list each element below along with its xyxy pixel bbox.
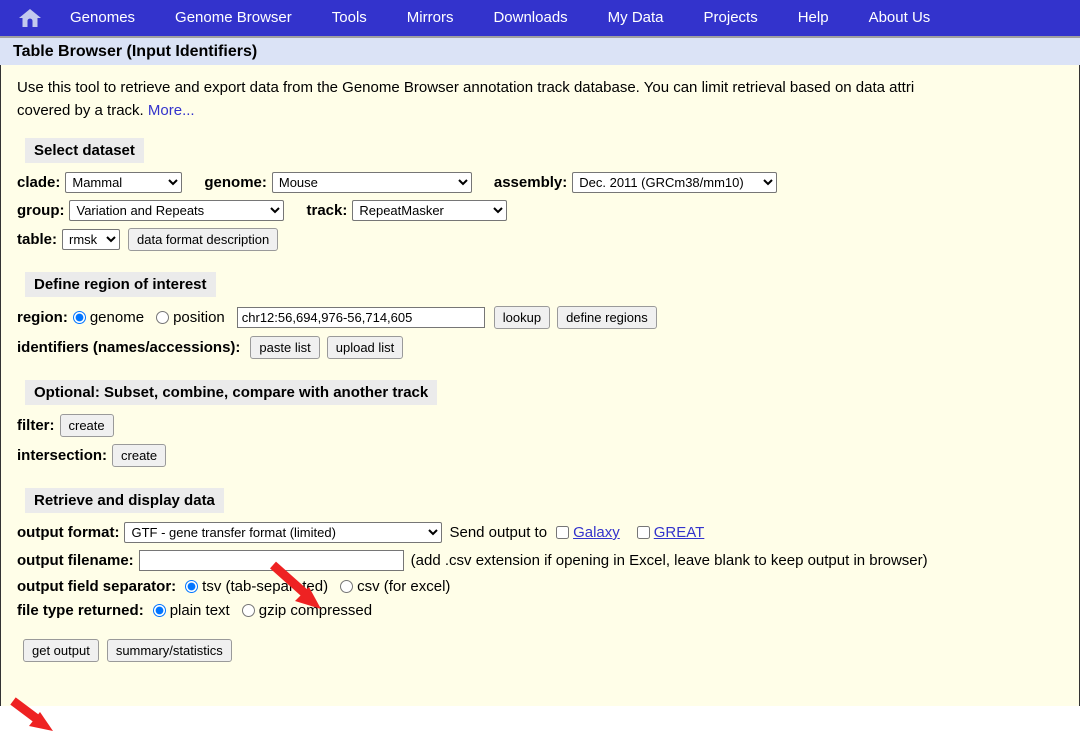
file-type-label: file type returned:: [17, 602, 144, 619]
great-checkbox[interactable]: [636, 526, 650, 539]
region-genome-label: genome: [89, 309, 145, 326]
nav-item-about-us[interactable]: About Us: [849, 0, 951, 36]
tsv-label: tsv (tab-separated): [202, 578, 329, 595]
identifiers-label: identifiers (names/accessions):: [17, 339, 241, 356]
region-position-radio[interactable]: [156, 311, 170, 324]
region-genome-radio[interactable]: [72, 311, 86, 324]
galaxy-checkbox[interactable]: [556, 526, 570, 539]
section-header-select-dataset: Select dataset: [25, 138, 144, 163]
top-navigation-bar: Genomes Genome Browser Tools Mirrors Dow…: [0, 0, 1080, 36]
csv-radio[interactable]: [340, 580, 354, 593]
action-buttons-row: get output summary/statistics: [17, 639, 1079, 662]
plain-text-radio-wrap[interactable]: plain text: [152, 602, 242, 619]
output-format-row: output format: GTF - gene transfer forma…: [17, 522, 1079, 543]
intro-text: Use this tool to retrieve and export dat…: [17, 77, 1080, 122]
field-separator-label: output field separator:: [17, 578, 177, 595]
upload-list-button[interactable]: upload list: [326, 336, 404, 359]
plain-text-radio[interactable]: [152, 604, 166, 617]
output-format-label: output format:: [17, 524, 120, 541]
group-select[interactable]: Variation and Repeats: [69, 200, 285, 221]
nav-item-mirrors[interactable]: Mirrors: [387, 0, 474, 36]
nav-item-help[interactable]: Help: [778, 0, 849, 36]
clade-select[interactable]: Mammal: [65, 172, 183, 193]
gzip-label: gzip compressed: [258, 602, 373, 619]
page-title: Table Browser (Input Identifiers): [13, 42, 258, 60]
table-browser-form: Use this tool to retrieve and export dat…: [0, 65, 1080, 731]
filter-create-button[interactable]: create: [59, 414, 114, 437]
home-icon[interactable]: [10, 7, 50, 29]
group-label: group:: [17, 202, 65, 219]
intro-line-1: Use this tool to retrieve and export dat…: [17, 79, 915, 96]
track-label: track:: [306, 202, 348, 219]
clade-genome-assembly-row: clade: Mammal genome: Mouse assembly: De…: [17, 172, 1079, 193]
file-type-row: file type returned: plain text gzip comp…: [17, 602, 1079, 619]
clade-label: clade:: [17, 174, 61, 191]
data-format-description-button[interactable]: data format description: [128, 228, 279, 251]
nav-item-genome-browser[interactable]: Genome Browser: [155, 0, 312, 36]
paste-list-button[interactable]: paste list: [250, 336, 320, 359]
field-separator-row: output field separator: tsv (tab-separat…: [17, 578, 1079, 595]
group-track-row: group: Variation and Repeats track: Repe…: [17, 200, 1079, 221]
assembly-label: assembly:: [493, 174, 568, 191]
output-filename-input[interactable]: [138, 550, 404, 571]
red-arrow-get-output: [10, 697, 53, 731]
nav-item-genomes[interactable]: Genomes: [50, 0, 155, 36]
table-label: table:: [17, 231, 58, 248]
table-row: table: rmsk data format description: [17, 228, 1079, 251]
great-link[interactable]: GREAT: [654, 524, 705, 541]
output-filename-label: output filename:: [17, 552, 134, 569]
filter-label: filter:: [17, 417, 55, 434]
send-output-to-label: Send output to: [449, 524, 548, 541]
tsv-radio-wrap[interactable]: tsv (tab-separated): [185, 578, 340, 595]
gzip-radio[interactable]: [241, 604, 255, 617]
output-filename-hint: (add .csv extension if opening in Excel,…: [410, 552, 928, 569]
output-filename-row: output filename: (add .csv extension if …: [17, 550, 1079, 571]
table-select[interactable]: rmsk: [62, 229, 121, 250]
csv-label: csv (for excel): [357, 578, 451, 595]
page-title-bar: Table Browser (Input Identifiers): [0, 36, 1080, 65]
nav-item-my-data[interactable]: My Data: [588, 0, 684, 36]
tsv-radio[interactable]: [185, 580, 199, 593]
intersection-create-button[interactable]: create: [112, 444, 167, 467]
section-header-retrieve-display: Retrieve and display data: [25, 488, 224, 513]
more-link[interactable]: More...: [148, 102, 195, 119]
get-output-button[interactable]: get output: [23, 639, 99, 662]
genome-select[interactable]: Mouse: [271, 172, 472, 193]
section-header-optional-subset: Optional: Subset, combine, compare with …: [25, 380, 438, 405]
region-label: region:: [17, 309, 68, 326]
assembly-select[interactable]: Dec. 2011 (GRCm38/mm10): [572, 172, 778, 193]
nav-item-tools[interactable]: Tools: [312, 0, 387, 36]
track-select[interactable]: RepeatMasker: [352, 200, 508, 221]
gzip-radio-wrap[interactable]: gzip compressed: [241, 602, 384, 619]
region-row: region: genome position lookup define re…: [17, 306, 1079, 329]
region-position-label: position: [173, 309, 225, 326]
output-format-select[interactable]: GTF - gene transfer format (limited): [124, 522, 443, 543]
genome-label: genome:: [204, 174, 267, 191]
position-input[interactable]: [236, 307, 485, 328]
define-regions-button[interactable]: define regions: [557, 306, 657, 329]
summary-statistics-button[interactable]: summary/statistics: [106, 639, 232, 662]
identifiers-row: identifiers (names/accessions): paste li…: [17, 336, 1079, 359]
section-header-define-region: Define region of interest: [25, 272, 216, 297]
lookup-button[interactable]: lookup: [493, 306, 551, 329]
intersection-label: intersection:: [17, 447, 108, 464]
csv-radio-wrap[interactable]: csv (for excel): [340, 578, 462, 595]
plain-text-label: plain text: [169, 602, 230, 619]
intersection-row: intersection: create: [17, 444, 1079, 467]
filter-row: filter: create: [17, 414, 1079, 437]
region-genome-radio-wrap[interactable]: genome: [72, 309, 156, 326]
intro-line-2: covered by a track.: [17, 101, 144, 119]
nav-item-downloads[interactable]: Downloads: [473, 0, 587, 36]
galaxy-link[interactable]: Galaxy: [573, 524, 620, 541]
region-position-radio-wrap[interactable]: position: [156, 309, 237, 326]
nav-item-projects[interactable]: Projects: [684, 0, 778, 36]
